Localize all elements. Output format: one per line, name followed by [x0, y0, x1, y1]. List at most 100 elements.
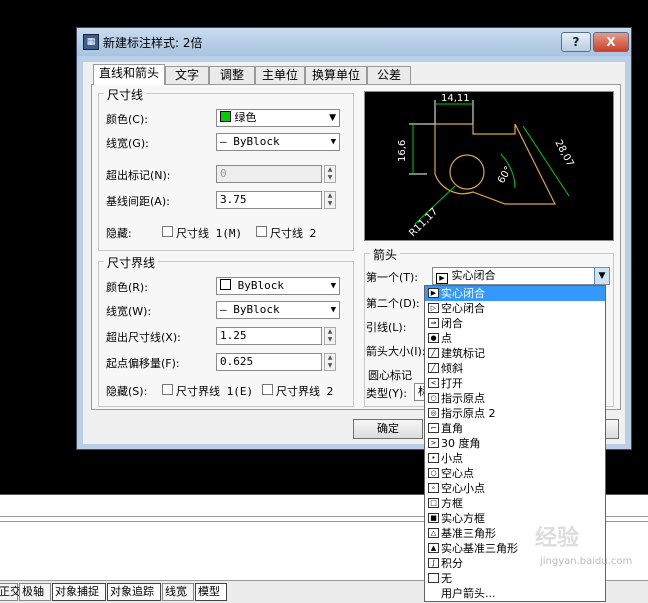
dropdown-item[interactable]: >30 度角 — [425, 436, 605, 451]
watermark-text: 经验 — [535, 526, 580, 551]
dropdown-item[interactable]: 用户箭头... — [425, 586, 605, 601]
first-arrow-label: 第一个(T): — [366, 271, 419, 284]
arrowhead-icon: ╱ — [428, 348, 439, 358]
dropdown-item[interactable]: • 小点 — [425, 451, 605, 466]
tab-alternate-units[interactable]: 换算单位 — [305, 66, 367, 84]
dropdown-item[interactable]: ∘ 空心小点 — [425, 481, 605, 496]
tab-text[interactable]: 文字 — [165, 66, 209, 84]
extline-extend-input[interactable]: 1.25 — [216, 327, 322, 345]
dropdown-item[interactable]: ○ 空心点 — [425, 466, 605, 481]
close-button[interactable]: X — [593, 32, 629, 52]
extline-extend-spinner[interactable]: ▲ ▼ — [324, 327, 336, 345]
dimline-extend-spinner[interactable]: ▲ ▼ — [324, 165, 336, 183]
arrowhead-icon: ○ — [428, 468, 439, 478]
suppress-dimline1-checkbox[interactable] — [162, 226, 173, 237]
center-type-label: 类型(Y): — [366, 387, 408, 400]
dimline-lineweight-value: — ByBlock — [220, 135, 280, 148]
tab-primary-units[interactable]: 主单位 — [255, 66, 305, 84]
suppress-extline1-checkbox[interactable] — [162, 384, 173, 395]
dropdown-item-label: 指示原点 — [441, 392, 485, 405]
dropdown-item[interactable]: ⇒ 闭合 — [425, 316, 605, 331]
extline-offset-spinner[interactable]: ▲ ▼ — [324, 353, 336, 371]
dropdown-item[interactable]: ╱ 倾斜 — [425, 361, 605, 376]
first-arrow-select[interactable]: ▶ 实心闭合 ▼ — [432, 267, 610, 285]
dropdown-item[interactable]: 无 — [425, 571, 605, 586]
arrowhead-icon: ○ — [428, 393, 439, 403]
dropdown-item[interactable]: ╱ 建筑标记 — [425, 346, 605, 361]
dropdown-item[interactable]: ○ 指示原点 — [425, 391, 605, 406]
dropdown-item-label: 倾斜 — [441, 362, 463, 375]
preview-dim-top: 14,11 — [441, 93, 470, 104]
arrowheads-title: 箭头 — [370, 246, 401, 263]
dimline-spacing-input[interactable]: 3.75 — [216, 191, 322, 209]
extline-offset-input[interactable]: 0.625 — [216, 353, 322, 371]
center-mark-label: 圆心标记 — [368, 369, 412, 382]
arrowhead-icon: • — [428, 453, 439, 463]
second-arrow-label: 第二个(D): — [366, 297, 420, 310]
dimline-spacing-label: 基线间距(A): — [106, 195, 170, 208]
dropdown-item-label: 积分 — [441, 557, 463, 570]
dropdown-item-label: 实心闭合 — [441, 287, 485, 300]
dialog-titlebar[interactable]: ▦ 新建标注样式: 2倍 ? X — [77, 28, 631, 56]
color-swatch — [220, 279, 231, 290]
arrow-solid-icon: ▶ — [436, 273, 448, 284]
dimline-extend-input[interactable]: 0 — [216, 165, 322, 183]
tab-lines-arrows[interactable]: 直线和箭头 — [93, 64, 165, 85]
dropdown-item-label: 小点 — [441, 452, 463, 465]
dropdown-item[interactable]: < 打开 — [425, 376, 605, 391]
arrowhead-icon: ⌐ — [428, 423, 439, 433]
dimline-extend-label: 超出标记(N): — [106, 169, 171, 182]
arrowhead-icon: ● — [428, 333, 439, 343]
tab-fit[interactable]: 调整 — [209, 66, 255, 84]
chevron-down-icon: ▼ — [330, 305, 336, 315]
suppress-dimline2-label: 尺寸线 2 — [270, 227, 317, 240]
preview-drawing: 14,11 16,6 28,07 60° R11,17 — [397, 93, 576, 239]
dropdown-button[interactable]: ▼ — [594, 268, 609, 284]
dimline-color-select[interactable]: 绿色 ▼ — [216, 109, 340, 127]
preview-dim-right: 28,07 — [552, 138, 575, 168]
arrowhead-icon — [428, 573, 439, 583]
status-toggle[interactable]: 对象追踪 — [107, 583, 161, 601]
status-toggle[interactable]: 模型 — [195, 583, 227, 601]
help-button[interactable]: ? — [561, 32, 591, 52]
suppress-extline2-checkbox[interactable] — [262, 384, 273, 395]
chevron-down-icon: ▼ — [329, 113, 336, 123]
status-toggle[interactable]: 对象捕捉 — [52, 583, 106, 601]
dropdown-item[interactable]: □ 方框 — [425, 496, 605, 511]
arrowhead-icon: ▷ — [428, 303, 439, 313]
dimline-lineweight-select[interactable]: — ByBlock ▼ — [216, 133, 340, 151]
extline-color-select[interactable]: ByBlock ▼ — [216, 277, 340, 295]
extline-lineweight-select[interactable]: — ByBlock ▼ — [216, 301, 340, 319]
dropdown-item[interactable]: ▷ 空心闭合 — [425, 301, 605, 316]
suppress-dimline2-checkbox[interactable] — [256, 226, 267, 237]
dropdown-item[interactable]: ▶ 实心闭合 — [425, 286, 605, 301]
dimline-spacing-spinner[interactable]: ▲ ▼ — [324, 191, 336, 209]
dropdown-item-label: 打开 — [441, 377, 463, 390]
dimline-suppress-label: 隐藏: — [106, 227, 132, 240]
chevron-down-icon: ▼ — [330, 281, 336, 291]
chevron-down-icon: ▼ — [330, 137, 336, 147]
dimline-color-label: 颜色(C): — [106, 113, 148, 126]
dropdown-item[interactable]: ◎ 指示原点 2 — [425, 406, 605, 421]
dropdown-item[interactable]: ⌐ 直角 — [425, 421, 605, 436]
dropdown-item-label: 闭合 — [441, 317, 463, 330]
chevron-down-icon: ▼ — [598, 271, 606, 281]
arrowhead-icon: ■ — [428, 513, 439, 523]
preview-dim-angle: 60° — [496, 165, 514, 186]
dimline-lineweight-label: 线宽(G): — [106, 137, 149, 150]
part-hole — [449, 154, 485, 190]
preview-dim-radius: R11,17 — [407, 206, 440, 239]
tab-tolerances[interactable]: 公差 — [367, 66, 411, 84]
arrowhead-icon: ╱ — [428, 363, 439, 373]
ok-button[interactable]: 确定 — [353, 419, 423, 439]
status-toggle[interactable]: 正交 — [0, 583, 21, 601]
dropdown-item-label: 实心方框 — [441, 512, 485, 525]
extline-color-value: ByBlock — [237, 279, 284, 292]
dropdown-item[interactable]: ● 点 — [425, 331, 605, 346]
watermark-url: jingyan.baidu.com — [540, 556, 633, 567]
dimline-color-value: 绿色 — [234, 111, 257, 124]
status-toggle[interactable]: 极轴 — [19, 583, 51, 601]
status-toggle[interactable]: 线宽 — [162, 583, 194, 601]
preview-dim-left: 16,6 — [397, 140, 408, 162]
dropdown-item-label: 指示原点 2 — [441, 407, 496, 420]
